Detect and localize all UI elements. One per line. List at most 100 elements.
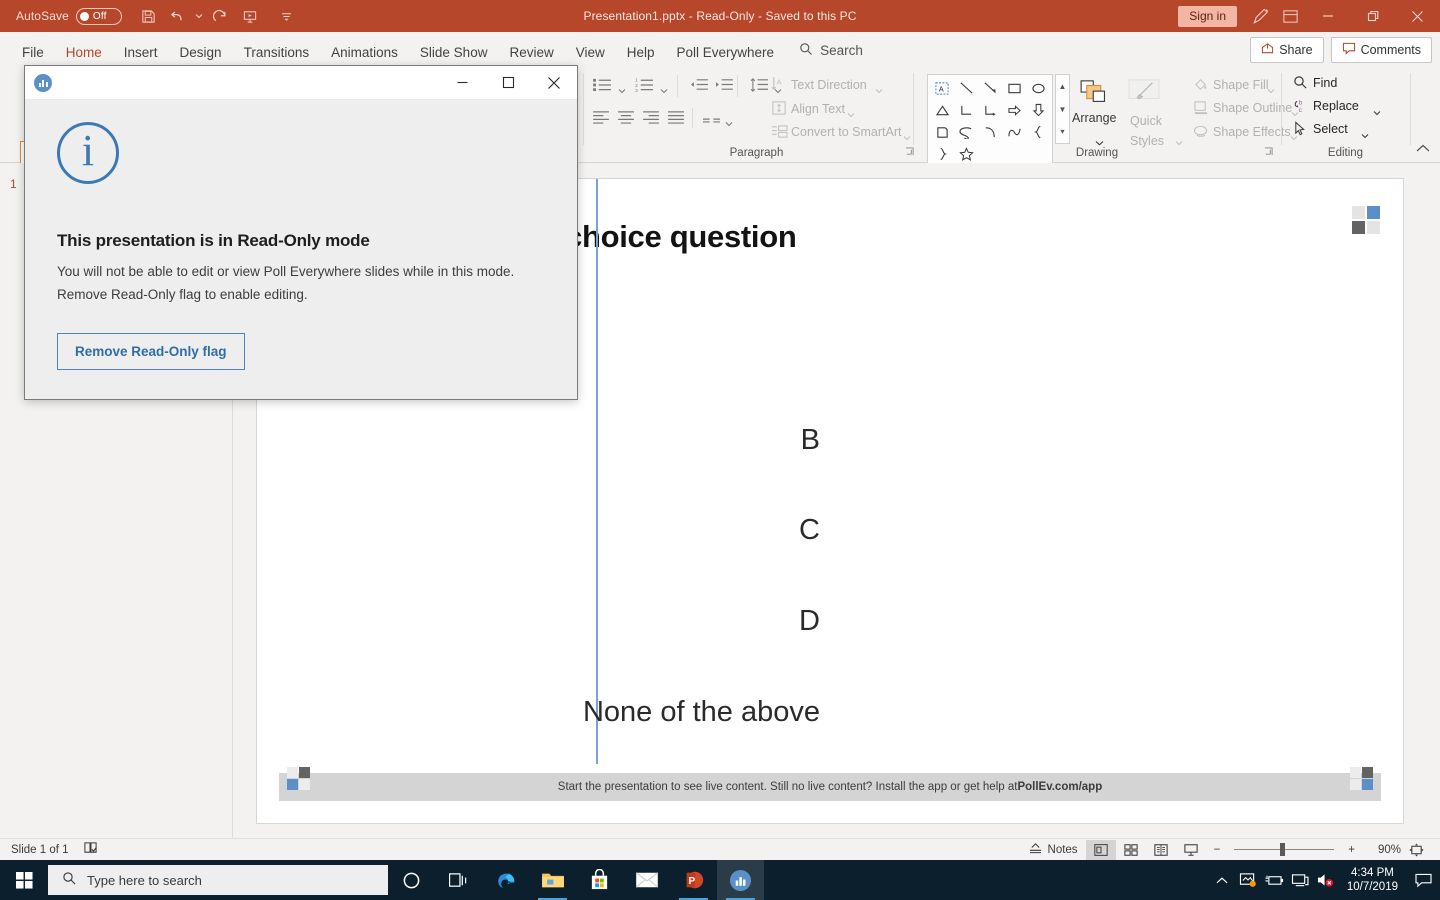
- replace-icon[interactable]: bc: [1293, 98, 1309, 119]
- answer-option-d[interactable]: D: [799, 605, 820, 638]
- shape-rectangle-icon[interactable]: [1002, 77, 1026, 99]
- file-explorer-icon[interactable]: [529, 860, 576, 900]
- shape-scribble-icon[interactable]: [954, 121, 978, 143]
- accessibility-checker-icon[interactable]: [83, 841, 98, 858]
- view-reading-button[interactable]: [1146, 840, 1176, 860]
- onedrive-icon[interactable]: [1235, 872, 1261, 888]
- answer-option-none-of-the-above[interactable]: None of the above: [583, 696, 820, 729]
- text-direction-label[interactable]: Text Direction: [791, 78, 867, 92]
- taskbar-clock[interactable]: 4:34 PM 10/7/2019: [1339, 866, 1406, 894]
- edge-icon[interactable]: [482, 860, 529, 900]
- windows-start-icon[interactable]: [0, 860, 48, 900]
- arrange-icon[interactable]: [1080, 79, 1114, 112]
- decrease-indent-icon[interactable]: [690, 77, 708, 97]
- powerpoint-icon[interactable]: P: [670, 860, 717, 900]
- window-minimize-button[interactable]: [1305, 0, 1350, 32]
- poll-everywhere-icon[interactable]: [717, 860, 764, 900]
- autosave-toggle[interactable]: Off: [75, 7, 122, 25]
- window-close-button[interactable]: [1395, 0, 1440, 32]
- shape-arc-icon[interactable]: [978, 121, 1002, 143]
- save-icon[interactable]: [136, 4, 162, 28]
- network-icon[interactable]: [1287, 873, 1313, 888]
- comments-button[interactable]: Comments: [1330, 37, 1432, 63]
- action-center-icon[interactable]: [1406, 873, 1440, 888]
- window-restore-button[interactable]: [1350, 0, 1395, 32]
- convert-to-smartart-label[interactable]: Convert to SmartArt: [791, 125, 901, 139]
- replace-label[interactable]: Replace: [1313, 99, 1359, 113]
- banner-link[interactable]: PollEv.com/app: [1017, 781, 1102, 793]
- find-icon[interactable]: [1293, 75, 1308, 95]
- remove-read-only-flag-button[interactable]: Remove Read-Only flag: [57, 333, 245, 370]
- tab-insert[interactable]: Insert: [113, 45, 169, 68]
- tab-poll-everywhere[interactable]: Poll Everywhere: [666, 45, 786, 68]
- tab-animations[interactable]: Animations: [320, 45, 409, 68]
- shape-elbow-connector-icon[interactable]: [954, 99, 978, 121]
- gallery-scroll-down-icon[interactable]: ▼: [1056, 98, 1069, 121]
- slide-counter[interactable]: Slide 1 of 1: [11, 844, 69, 856]
- select-chevron-icon[interactable]: [1361, 126, 1369, 144]
- tab-review[interactable]: Review: [498, 45, 564, 68]
- collapse-ribbon-button[interactable]: [1416, 144, 1430, 156]
- arrange-label[interactable]: Arrange: [1072, 111, 1116, 125]
- line-spacing-icon[interactable]: [750, 77, 769, 98]
- dialog-close-button[interactable]: [531, 66, 577, 100]
- tab-transitions[interactable]: Transitions: [233, 45, 321, 68]
- shape-line-icon[interactable]: [954, 77, 978, 99]
- undo-dropdown-icon[interactable]: [194, 4, 205, 28]
- fit-slide-to-window-button[interactable]: [1401, 840, 1432, 860]
- shape-fill-label[interactable]: Shape Fill: [1213, 78, 1269, 92]
- smartart-chevron-icon[interactable]: [903, 128, 911, 146]
- paragraph-dialog-launcher[interactable]: [905, 147, 914, 159]
- view-slide-show-button[interactable]: [1176, 840, 1206, 860]
- align-center-icon[interactable]: [618, 110, 634, 129]
- quick-styles-label[interactable]: Quick Styles: [1130, 111, 1164, 151]
- answer-option-c[interactable]: C: [799, 514, 820, 547]
- show-hidden-icons-icon[interactable]: [1209, 876, 1235, 885]
- zoom-out-button[interactable]: −: [1206, 840, 1229, 860]
- tab-slide-show[interactable]: Slide Show: [409, 45, 499, 68]
- bullets-dropdown-icon[interactable]: [618, 81, 626, 99]
- text-direction-chevron-icon[interactable]: [875, 81, 883, 99]
- autosave-control[interactable]: AutoSave Off: [16, 7, 122, 25]
- shape-elbow-arrow-icon[interactable]: [978, 99, 1002, 121]
- shape-oval-icon[interactable]: [1026, 77, 1050, 99]
- mail-icon[interactable]: [623, 860, 670, 900]
- zoom-slider-handle[interactable]: [1280, 843, 1286, 856]
- tab-home[interactable]: Home: [55, 45, 113, 68]
- drawing-dialog-launcher[interactable]: [1264, 147, 1273, 159]
- replace-chevron-icon[interactable]: [1373, 103, 1381, 121]
- tab-file[interactable]: File: [11, 45, 55, 68]
- share-button[interactable]: Share: [1250, 37, 1324, 63]
- notes-button[interactable]: Notes: [1020, 840, 1086, 860]
- find-label[interactable]: Find: [1313, 76, 1337, 90]
- increase-indent-icon[interactable]: [715, 77, 733, 97]
- align-text-label[interactable]: Align Text: [791, 102, 845, 116]
- ribbon-display-options-icon[interactable]: [1275, 1, 1305, 31]
- volume-muted-icon[interactable]: [1313, 872, 1339, 888]
- task-view-icon[interactable]: [435, 860, 482, 900]
- align-text-chevron-icon[interactable]: [847, 105, 855, 123]
- numbering-icon[interactable]: 123: [635, 77, 654, 97]
- tab-design[interactable]: Design: [169, 45, 233, 68]
- select-label[interactable]: Select: [1313, 122, 1348, 136]
- zoom-slider[interactable]: [1234, 843, 1335, 857]
- shape-fill-chevron-icon[interactable]: [1267, 81, 1275, 99]
- ink-pen-icon[interactable]: [1245, 1, 1275, 31]
- zoom-in-button[interactable]: +: [1340, 840, 1363, 860]
- shape-triangle-icon[interactable]: [930, 99, 954, 121]
- columns-dropdown-icon[interactable]: [725, 114, 733, 132]
- customize-qat-icon[interactable]: [274, 4, 300, 28]
- numbering-dropdown-icon[interactable]: [660, 81, 668, 99]
- align-right-icon[interactable]: [643, 110, 659, 129]
- shape-flowchart-icon[interactable]: [930, 121, 954, 143]
- start-from-beginning-icon[interactable]: [237, 4, 263, 28]
- view-slide-sorter-button[interactable]: [1116, 840, 1146, 860]
- bullets-icon[interactable]: [593, 77, 612, 97]
- search-input[interactable]: Search: [799, 42, 863, 67]
- shape-right-arrow-icon[interactable]: [1002, 99, 1026, 121]
- gallery-scroll-up-icon[interactable]: ▲: [1056, 75, 1069, 98]
- dialog-minimize-button[interactable]: [439, 66, 485, 100]
- taskbar-search-input[interactable]: Type here to search: [48, 865, 388, 895]
- redo-icon[interactable]: [208, 4, 234, 28]
- cortana-icon[interactable]: [388, 860, 435, 900]
